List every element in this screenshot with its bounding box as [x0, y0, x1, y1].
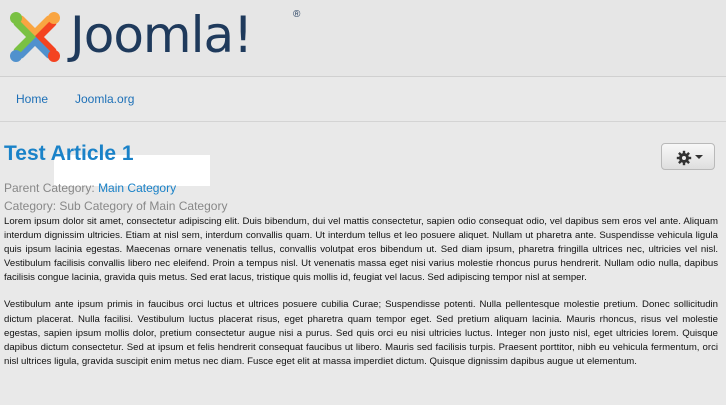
- joomla-logo-icon[interactable]: [5, 7, 65, 67]
- article-body: Lorem ipsum dolor sit amet, consectetur …: [4, 215, 718, 382]
- article-paragraph: Vestibulum ante ipsum primis in faucibus…: [4, 299, 718, 367]
- category-value: Sub Category of Main Category: [59, 199, 228, 213]
- nav-item-home[interactable]: Home: [16, 92, 48, 106]
- category-label: Category:: [4, 199, 60, 213]
- gear-icon: [676, 150, 692, 166]
- article-tools-button[interactable]: [661, 143, 715, 170]
- main-nav: Home Joomla.org: [0, 77, 726, 122]
- article-title[interactable]: Test Article 1: [4, 142, 134, 166]
- site-header: Joomla! ®: [0, 0, 726, 77]
- article-paragraph: Lorem ipsum dolor sit amet, consectetur …: [4, 216, 718, 284]
- parent-category: Parent Category: Main Category: [4, 181, 176, 195]
- parent-category-label: Parent Category:: [4, 181, 99, 195]
- nav-item-joomla-org[interactable]: Joomla.org: [75, 92, 134, 106]
- registered-mark: ®: [293, 9, 301, 20]
- category: Category: Sub Category of Main Category: [4, 199, 227, 213]
- parent-category-link[interactable]: Main Category: [98, 181, 176, 195]
- chevron-down-icon: [695, 155, 703, 159]
- logo-wordmark[interactable]: Joomla!: [70, 3, 253, 67]
